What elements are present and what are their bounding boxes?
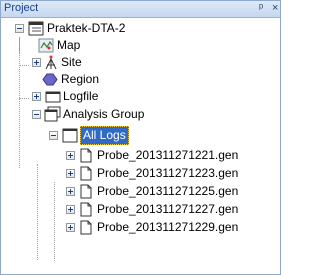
tree-node-file[interactable]: Probe_201311271221.gen — [1, 147, 280, 164]
panel-title: Project — [4, 2, 39, 14]
expand-toggle-icon[interactable] — [32, 58, 41, 67]
collapse-toggle-icon[interactable] — [32, 110, 41, 119]
project-tree: Praktek-DTA-2 Map Site Region Logfile An… — [1, 17, 280, 274]
project-panel: Project ᵖ × Praktek-DTA-2 Map Site Regio… — [0, 0, 281, 275]
tree-node-all-logs[interactable]: All Logs — [1, 126, 280, 145]
tree-node-label: Probe_201311271225.gen — [97, 184, 239, 198]
expand-toggle-icon[interactable] — [66, 187, 75, 196]
tree-node-label: Region — [61, 72, 100, 86]
panel-title-bar[interactable]: Project ᵖ × — [1, 1, 280, 18]
expand-toggle-icon[interactable] — [66, 205, 75, 214]
expand-toggle-icon[interactable] — [66, 151, 75, 160]
collapse-toggle-icon[interactable] — [49, 131, 58, 140]
tree-node-site[interactable]: Site — [1, 54, 280, 71]
tree-node-label: Probe_201311271229.gen — [97, 220, 239, 234]
tree-node-label: Map — [57, 38, 81, 52]
tree-node-map[interactable]: Map — [1, 37, 280, 54]
expand-toggle-icon[interactable] — [66, 223, 75, 232]
tree-node-label: Probe_201311271223.gen — [97, 166, 239, 180]
tree-node-label: Probe_201311271227.gen — [97, 202, 239, 216]
file-icon — [80, 220, 92, 240]
expand-toggle-icon[interactable] — [32, 92, 41, 101]
pin-icon[interactable]: ᵖ — [259, 2, 263, 14]
tree-node-label: Logfile — [63, 89, 99, 103]
tree-node-label: Analysis Group — [63, 107, 145, 121]
analysis-group-icon — [44, 106, 61, 127]
tree-node-label: Site — [61, 55, 82, 69]
tree-node-file[interactable]: Probe_201311271223.gen — [1, 165, 280, 182]
tree-node-analysis-group[interactable]: Analysis Group — [1, 106, 280, 123]
expand-toggle-icon[interactable] — [66, 169, 75, 178]
tree-node-label-selected: All Logs — [80, 126, 129, 145]
tree-node-label: Probe_201311271221.gen — [97, 148, 239, 162]
tree-node-root[interactable]: Praktek-DTA-2 — [1, 20, 280, 37]
tree-node-file[interactable]: Probe_201311271229.gen — [1, 219, 280, 236]
tree-node-file[interactable]: Probe_201311271227.gen — [1, 201, 280, 218]
tree-node-region[interactable]: Region — [1, 71, 280, 88]
tree-node-file[interactable]: Probe_201311271225.gen — [1, 183, 280, 200]
collapse-toggle-icon[interactable] — [15, 24, 24, 33]
tree-node-label: Praktek-DTA-2 — [47, 21, 126, 35]
close-icon[interactable]: × — [272, 2, 278, 14]
tree-node-logfile[interactable]: Logfile — [1, 88, 280, 105]
folder-icon — [62, 128, 78, 148]
